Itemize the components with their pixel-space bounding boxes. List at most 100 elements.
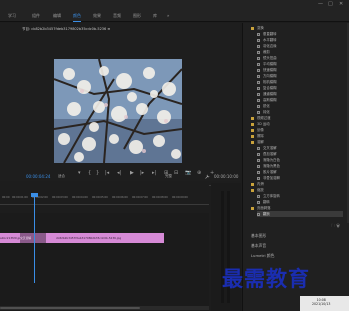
maximize-button[interactable]: □ — [328, 1, 333, 7]
effect-icon — [257, 80, 260, 84]
effect-icon — [257, 56, 260, 60]
effect-label: 垂直翻转 — [263, 32, 277, 36]
effect-icon — [257, 170, 260, 174]
transition-cross-dissolve[interactable]: 交叉溶解 — [20, 233, 46, 243]
effect-label: 羽化边缘 — [263, 44, 277, 48]
effect-label: 锐化 — [263, 104, 270, 108]
title-bar: — □ ✕ — [0, 0, 349, 9]
mark-out-button[interactable]: } — [96, 171, 99, 176]
ruler-tick: 00:00:08:00 — [152, 196, 168, 199]
effect-label: 高斯模糊 — [263, 98, 277, 102]
new-bin-icon[interactable]: 🗀 🗑 — [331, 223, 340, 230]
effect-label: 3D 运动 — [257, 122, 270, 126]
effect-icon — [257, 200, 260, 204]
effect-label: 非叠加溶解 — [263, 176, 280, 180]
effect-label: 翻转 — [263, 200, 270, 204]
effect-label: 渐隐为黑色 — [263, 164, 280, 168]
button-editor-icon[interactable]: + — [210, 171, 214, 176]
effect-icon — [257, 92, 260, 96]
workspace-tabs: 学习 组件 编辑 颜色 效果 音频 图形 库 » — [0, 9, 349, 22]
mark-in-button[interactable]: { — [88, 171, 91, 176]
tab-editing[interactable]: 编辑 — [53, 13, 61, 19]
monitor-title[interactable]: 节目: cb82b2b3457fdeb3179802b35cdc0b-5236 … — [22, 27, 110, 32]
tab-learn[interactable]: 学习 — [8, 13, 16, 19]
effect-label: 缩放 — [257, 188, 264, 192]
effect-label: 方向模糊 — [263, 74, 277, 78]
folder-icon — [251, 116, 254, 120]
scrollbar-thumb[interactable] — [0, 307, 140, 309]
effect-label: 变换 — [257, 26, 264, 30]
timeline-playhead[interactable] — [34, 195, 35, 283]
go-to-in-button[interactable]: |◂ — [105, 171, 109, 176]
tab-effects[interactable]: 效果 — [93, 13, 101, 19]
tab-libraries[interactable]: 库 — [153, 13, 157, 19]
panel-essential-sound[interactable]: 基本声音 — [251, 243, 266, 249]
extract-button[interactable]: ⊟ — [174, 171, 178, 176]
tab-graphics[interactable]: 图形 — [133, 13, 141, 19]
effect-label: 内滑 — [257, 182, 264, 186]
program-monitor: 节目: cb82b2b3457fdeb3179802b35cdc0b-5236 … — [0, 23, 240, 187]
premiere-window: — □ ✕ 学习 组件 编辑 颜色 效果 音频 图形 库 » 节目: cb82b… — [0, 0, 349, 311]
ruler-tick: 00:00 — [2, 196, 10, 199]
tab-assembly[interactable]: 组件 — [32, 13, 40, 19]
effect-icon — [257, 110, 260, 114]
blossom-image — [54, 59, 182, 163]
play-button[interactable]: ▶ — [130, 171, 134, 176]
more-workspaces-icon[interactable]: » — [167, 13, 169, 18]
effect-label: 相机模糊 — [263, 80, 277, 84]
effect-label: 交叉溶解 — [263, 146, 277, 150]
effect-icon — [257, 158, 260, 162]
tab-color[interactable]: 颜色 — [73, 13, 81, 22]
transport-controls: ▾ { } |◂ ◂| ▶ |▸ ▸| ⊞ ⊟ 📷 ⊕ + — [0, 167, 240, 181]
effect-item[interactable]: 翻页 — [257, 211, 343, 217]
tab-audio[interactable]: 音频 — [113, 13, 121, 19]
ruler-tick: 00:00:05:00 — [92, 196, 108, 199]
ruler-tick: 00:00:04:00 — [72, 196, 88, 199]
comparison-view-button[interactable]: ⊕ — [197, 171, 201, 176]
ruler-tick: 00:00:01:00 — [12, 196, 28, 199]
effect-label: 复合模糊 — [263, 86, 277, 90]
export-frame-icon[interactable]: 📷 — [185, 171, 191, 176]
effect-label: 页面剥落 — [257, 206, 271, 210]
effect-icon — [257, 74, 260, 78]
ruler-tick: 00:00:06:00 — [112, 196, 128, 199]
timeline-scrollbar[interactable] — [0, 306, 209, 310]
time-ruler[interactable]: 00:00 00:00:01:00 00:00:02:00 00:00:03:0… — [0, 196, 209, 204]
folder-icon — [251, 140, 254, 144]
close-button[interactable]: ✕ — [339, 1, 343, 7]
effect-icon — [257, 104, 260, 108]
panel-lumetri-color[interactable]: Lumetri 颜色 — [251, 253, 274, 259]
folder-icon — [251, 122, 254, 126]
effect-label: 平均模糊 — [263, 62, 277, 66]
work-area-bar[interactable] — [0, 204, 209, 205]
step-back-button[interactable]: ◂| — [117, 171, 121, 176]
add-marker-button[interactable]: ▾ — [78, 171, 81, 176]
effect-label: 叠加溶解 — [263, 152, 277, 156]
go-to-out-button[interactable]: ▸| — [152, 171, 156, 176]
lift-button[interactable]: ⊞ — [164, 171, 168, 176]
minimize-button[interactable]: — — [318, 1, 323, 7]
folder-icon — [251, 206, 254, 210]
video-clip[interactable]: cb82b2b3457fdeb3179802b35cdc0b-5236.jpg — [46, 233, 164, 243]
panel-essential-graphics[interactable]: 基本图形 — [251, 233, 266, 239]
effect-label: 通道模糊 — [263, 92, 277, 96]
effect-label: 胶片溶解 — [263, 170, 277, 174]
effect-icon — [257, 50, 260, 54]
watermark: 最需教育 — [222, 266, 310, 291]
effect-icon — [257, 86, 260, 90]
video-track-v1: a1bc213f29.jpg 交叉溶解 cb82b2b3457fdeb31798… — [0, 233, 209, 243]
effect-icon — [257, 194, 260, 198]
effect-label: 水平翻转 — [263, 38, 277, 42]
effect-label: 视频过渡 — [257, 116, 271, 120]
effect-icon — [257, 38, 260, 42]
effect-label: 钝化 — [263, 110, 270, 114]
folder-icon — [251, 188, 254, 192]
video-clip[interactable]: a1bc213f29.jpg — [0, 233, 20, 243]
effect-icon — [257, 164, 260, 168]
effect-label: 渐隐为白色 — [263, 158, 280, 162]
effect-label: 快速模糊 — [263, 68, 277, 72]
clock-date: 2021/10/13 — [312, 302, 331, 306]
system-clock[interactable]: 10:08 2021/10/13 — [312, 298, 330, 306]
effect-label: 溶解 — [257, 140, 264, 144]
step-forward-button[interactable]: |▸ — [140, 171, 144, 176]
